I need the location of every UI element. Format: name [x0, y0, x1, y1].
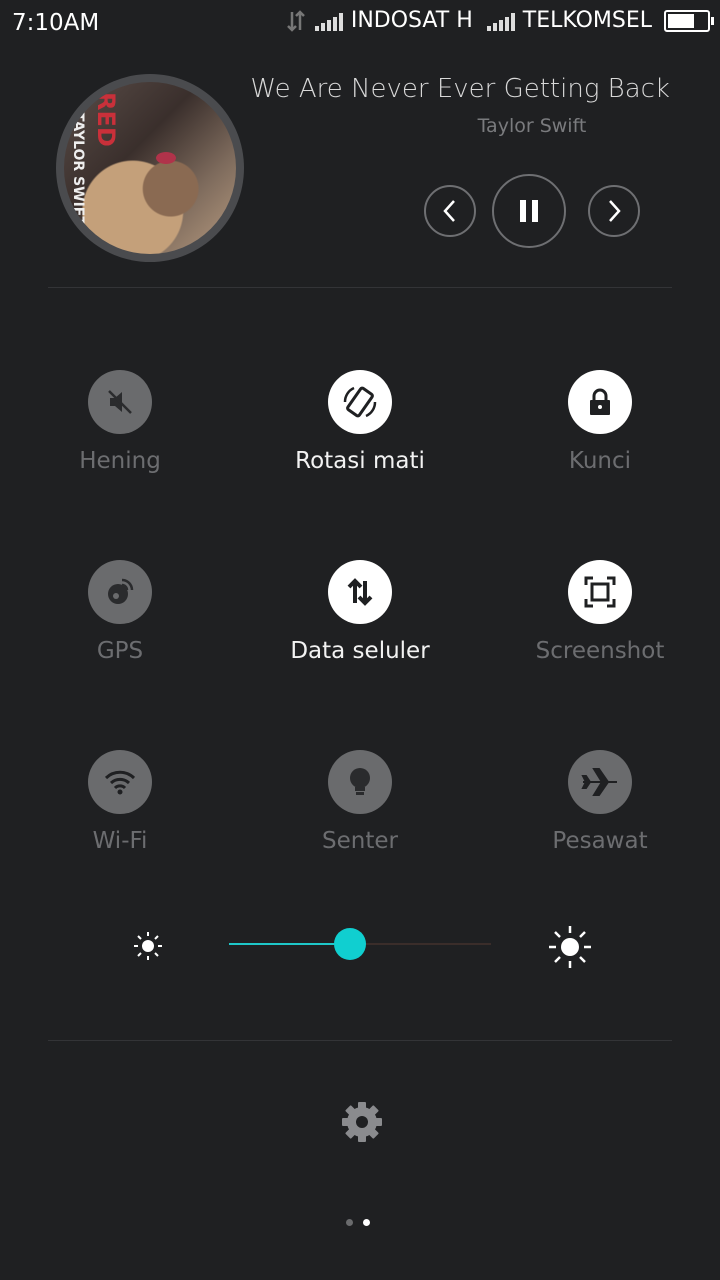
toggle-silent-label: Hening: [79, 448, 161, 474]
toggle-wifi-label: Wi-Fi: [92, 828, 148, 854]
toggle-airplane-circle: [568, 750, 632, 814]
chevron-right-icon: [609, 200, 621, 222]
toggle-lock-label: Kunci: [568, 448, 632, 474]
toggle-wifi-circle: [88, 750, 152, 814]
toggle-gps-circle: [88, 560, 152, 624]
toggle-airplane[interactable]: Pesawat: [480, 750, 720, 880]
next-button[interactable]: [588, 185, 640, 237]
album-title-text: RED: [92, 92, 120, 147]
settings-gear-icon[interactable]: [340, 1100, 384, 1144]
toggle-mobile-data[interactable]: Data seluler: [240, 560, 480, 690]
page-dot-1[interactable]: [346, 1219, 353, 1226]
rotation-icon: [343, 386, 377, 418]
album-artist-text: TAYLOR SWIFT: [70, 112, 86, 226]
divider-bottom: [48, 1040, 672, 1041]
page-indicator: [346, 1219, 370, 1226]
toggle-flashlight[interactable]: Senter: [240, 750, 480, 880]
pause-icon: [520, 200, 538, 222]
album-lips: [156, 152, 176, 164]
toggle-rotation-label: Rotasi mati: [295, 448, 425, 474]
toggle-rotation-circle: [328, 370, 392, 434]
status-bar: 7:10AM INDOSAT H TELKOMSEL: [0, 0, 720, 50]
signal-icon-2: [486, 11, 515, 31]
album-cover: RED TAYLOR SWIFT: [64, 82, 236, 254]
brightness-low-icon: [134, 932, 162, 960]
divider-top: [48, 287, 672, 288]
chevron-left-icon: [443, 200, 455, 222]
data-transfer-icon: [286, 9, 305, 32]
carrier-2: TELKOMSEL: [522, 8, 652, 33]
flashlight-icon: [350, 768, 370, 795]
toggle-airplane-label: Pesawat: [552, 828, 648, 854]
brightness-slider-thumb[interactable]: [333, 928, 366, 960]
toggle-lock-circle: [568, 370, 632, 434]
toggle-silent[interactable]: Hening: [0, 370, 240, 500]
toggle-screenshot-circle: [568, 560, 632, 624]
brightness-slider[interactable]: [229, 928, 491, 960]
status-right: INDOSAT H TELKOMSEL: [285, 8, 714, 33]
previous-button[interactable]: [424, 185, 476, 237]
mute-icon: [108, 390, 132, 414]
toggle-lock[interactable]: Kunci: [480, 370, 720, 500]
toggle-mobile-data-label: Data seluler: [290, 638, 430, 664]
status-time: 7:10AM: [12, 10, 100, 36]
battery-icon: [664, 9, 714, 32]
toggle-flashlight-circle: [328, 750, 392, 814]
toggle-gps[interactable]: GPS: [0, 560, 240, 690]
brightness-slider-fill: [229, 943, 350, 945]
brightness-high-icon: [549, 926, 591, 968]
lock-icon: [590, 388, 610, 415]
gps-icon: [108, 578, 134, 604]
toggle-silent-circle: [88, 370, 152, 434]
toggle-screenshot[interactable]: Screenshot: [480, 560, 720, 690]
toggle-flashlight-label: Senter: [322, 828, 398, 854]
carrier-1: INDOSAT H: [350, 8, 473, 33]
toggle-gps-label: GPS: [96, 638, 144, 664]
song-artist: Taylor Swift: [477, 115, 587, 137]
wifi-icon: [104, 770, 136, 795]
page-dot-2[interactable]: [363, 1219, 370, 1226]
airplane-icon: [581, 768, 617, 796]
toggle-screenshot-label: Screenshot: [535, 638, 665, 664]
toggle-mobile-data-circle: [328, 560, 392, 624]
toggle-rotation[interactable]: Rotasi mati: [240, 370, 480, 500]
pause-button[interactable]: [492, 174, 566, 248]
album-art[interactable]: RED TAYLOR SWIFT: [56, 74, 244, 262]
song-title: We Are Never Ever Getting Back: [250, 74, 670, 104]
screenshot-icon: [584, 576, 616, 608]
toggle-wifi[interactable]: Wi-Fi: [0, 750, 240, 880]
mobile-data-icon: [347, 578, 373, 606]
signal-icon: [314, 11, 343, 31]
